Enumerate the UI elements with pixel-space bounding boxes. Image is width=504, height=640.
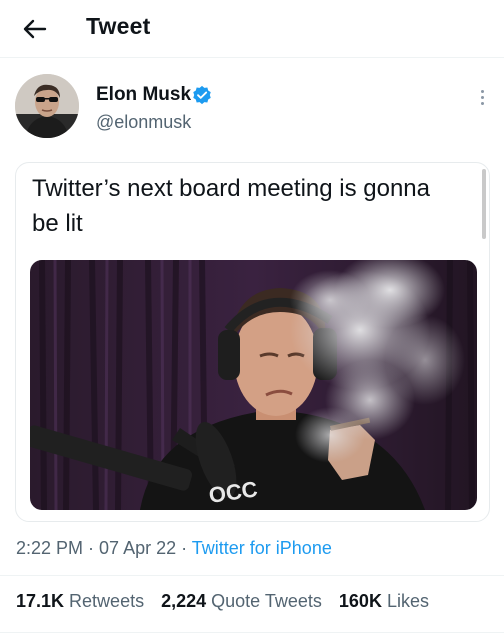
photo-image: OCC — [30, 260, 477, 510]
avatar-image — [15, 74, 79, 138]
quote-tweets-count: 2,224 — [161, 591, 207, 611]
tweet-time[interactable]: 2:22 PM — [16, 538, 83, 558]
tweet-date[interactable]: 07 Apr 22 — [99, 538, 176, 558]
retweets-count: 17.1K — [16, 591, 65, 611]
page-title: Tweet — [86, 13, 151, 39]
verified-badge-icon — [193, 85, 211, 105]
divider — [0, 575, 504, 576]
retweets-stat[interactable]: 17.1K Retweets — [16, 591, 144, 611]
meta-separator: · — [83, 538, 100, 558]
likes-count: 160K — [338, 591, 382, 611]
quote-tweets-stat[interactable]: 2,224 Quote Tweets — [161, 591, 322, 611]
divider — [0, 632, 504, 633]
more-options-button[interactable] — [472, 84, 492, 110]
scrollbar[interactable] — [482, 169, 486, 239]
tweet-source-link[interactable]: Twitter for iPhone — [192, 538, 332, 558]
tweet-media-photo[interactable]: OCC — [30, 260, 477, 510]
tweet-content-card: Twitter’s next board meeting is gonna be… — [15, 162, 490, 522]
back-button[interactable] — [18, 12, 52, 46]
avatar[interactable] — [15, 74, 79, 138]
more-vertical-icon — [480, 89, 484, 93]
author-handle[interactable]: @elonmusk — [96, 112, 191, 133]
tweet-author: Elon Musk @elonmusk — [0, 58, 504, 154]
tweet-text: Twitter’s next board meeting is gonna be… — [32, 175, 431, 237]
top-bar: Tweet — [0, 0, 504, 58]
meta-separator: · — [176, 538, 192, 558]
tweet-stats: 17.1K Retweets 2,224 Quote Tweets 160K L… — [16, 591, 441, 612]
retweets-label: Retweets — [64, 591, 145, 611]
arrow-left-icon — [23, 19, 47, 39]
tweet-meta: 2:22 PM · 07 Apr 22 · Twitter for iPhone — [16, 538, 332, 559]
quote-tweets-label: Quote Tweets — [206, 591, 322, 611]
likes-stat[interactable]: 160K Likes — [339, 591, 429, 611]
likes-label: Likes — [381, 591, 429, 611]
author-name[interactable]: Elon Musk — [96, 84, 191, 106]
